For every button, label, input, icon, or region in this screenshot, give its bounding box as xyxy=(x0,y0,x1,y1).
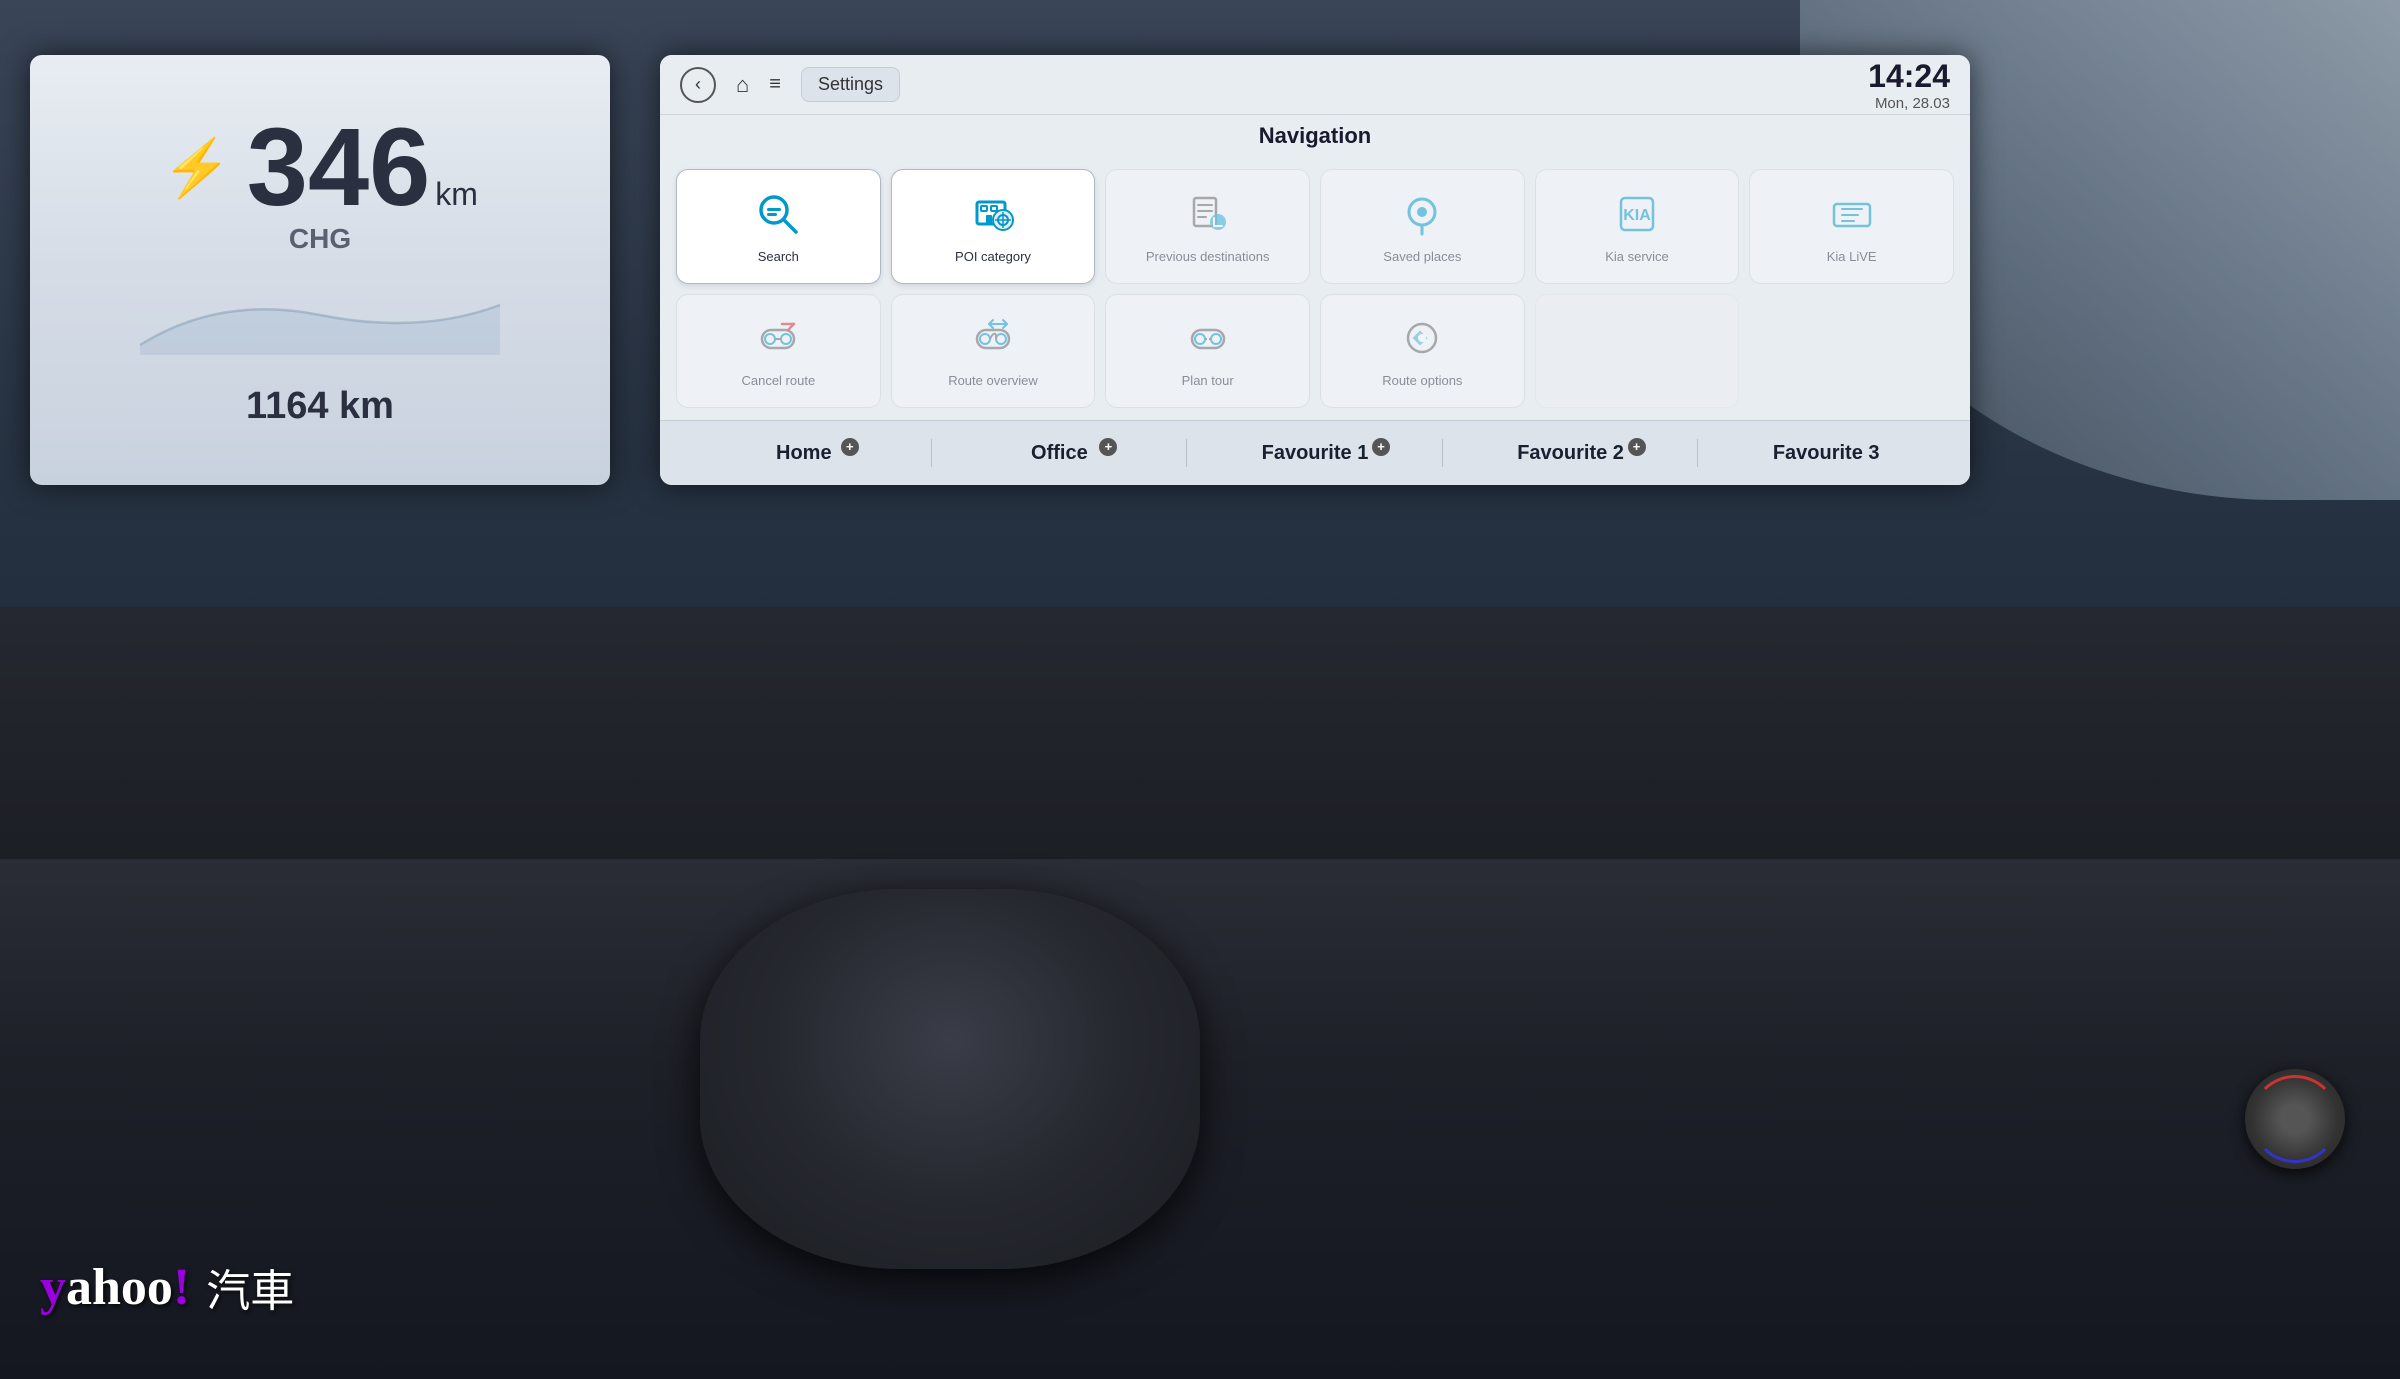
poi-label: POI category xyxy=(955,249,1031,265)
kia-service-icon: KIA xyxy=(1613,190,1661,243)
nav-item-saved[interactable]: Saved places xyxy=(1320,169,1525,284)
infotainment-screen: ‹ ⌂ ≡ Settings 14:24 Mon, 28.03 Navigati… xyxy=(660,55,1970,485)
top-bar: ‹ ⌂ ≡ Settings 14:24 Mon, 28.03 xyxy=(660,55,1970,115)
range-value: 346 xyxy=(247,113,431,223)
nav-item-route-options[interactable]: Route options xyxy=(1320,294,1525,409)
yahoo-branding: yahoo! 汽車 xyxy=(40,1255,294,1319)
plan-tour-icon xyxy=(1184,314,1232,367)
top-bar-right: 14:24 Mon, 28.03 xyxy=(1868,58,1950,112)
saved-label: Saved places xyxy=(1383,249,1461,265)
fav-favourite3-label: Favourite 3 xyxy=(1773,442,1880,465)
kia-live-label: Kia LiVE xyxy=(1827,249,1877,265)
nav-item-kia-live[interactable]: Kia LiVE xyxy=(1749,169,1954,284)
fav-favourite1[interactable]: + Favourite 1 xyxy=(1187,434,1443,473)
fav-office-label: Office xyxy=(1031,442,1088,465)
climate-knob[interactable] xyxy=(2245,1069,2345,1169)
nav-item-search[interactable]: Search xyxy=(676,169,881,284)
nav-item-kia-service[interactable]: KIA Kia service xyxy=(1535,169,1740,284)
instrument-cluster: ⚡ 346 km CHG 1164 km xyxy=(30,55,610,485)
nav-title: Navigation xyxy=(660,115,1970,157)
back-button[interactable]: ‹ xyxy=(680,67,716,103)
fav-favourite2[interactable]: + Favourite 2 xyxy=(1443,434,1699,473)
yahoo-logo: yahoo! xyxy=(40,1258,190,1317)
chg-label: CHG xyxy=(289,223,351,255)
route-options-icon xyxy=(1398,314,1446,367)
svg-text:KIA: KIA xyxy=(1623,207,1651,224)
nav-grid: Search POI category xyxy=(660,157,1970,420)
dashboard-surface xyxy=(0,859,2400,1379)
nav-item-poi[interactable]: POI category xyxy=(891,169,1096,284)
fav-favourite2-label: Favourite 2 xyxy=(1517,442,1624,465)
home-icon[interactable]: ⌂ xyxy=(736,72,749,98)
route-overview-label: Route overview xyxy=(948,373,1038,389)
fav-favourite1-label: Favourite 1 xyxy=(1262,442,1369,465)
fav-favourite3[interactable]: Favourite 3 xyxy=(1698,434,1954,473)
top-bar-left: ‹ ⌂ ≡ Settings xyxy=(680,67,900,103)
date-display: Mon, 28.03 xyxy=(1868,95,1950,112)
nav-item-cancel-route[interactable]: Cancel route xyxy=(676,294,881,409)
range-display: 346 km xyxy=(247,113,478,223)
ev-charging-icon: ⚡ xyxy=(162,135,232,201)
yahoo-car-label: 汽車 xyxy=(206,1255,294,1319)
favorites-bar: + Home + Office + Favourite 1 + Favourit… xyxy=(660,420,1970,485)
kia-live-icon xyxy=(1828,190,1876,243)
kia-service-label: Kia service xyxy=(1605,249,1669,265)
previous-destinations-icon xyxy=(1184,190,1232,243)
plan-tour-label: Plan tour xyxy=(1182,373,1234,389)
fav-home[interactable]: + Home xyxy=(676,434,932,473)
settings-button[interactable]: Settings xyxy=(801,67,900,102)
previous-label: Previous destinations xyxy=(1146,249,1270,265)
nav-item-route-overview[interactable]: Route overview xyxy=(891,294,1096,409)
range-unit: km xyxy=(435,176,478,213)
search-icon xyxy=(754,190,802,243)
nav-item-more[interactable] xyxy=(1535,294,1740,409)
search-label: Search xyxy=(758,249,799,265)
steering-area xyxy=(700,889,1200,1269)
cluster-curve-graphic xyxy=(120,275,520,355)
saved-places-icon xyxy=(1398,190,1446,243)
cancel-route-label: Cancel route xyxy=(741,373,815,389)
fav-office[interactable]: + Office xyxy=(932,434,1188,473)
total-range: 1164 km xyxy=(246,385,394,428)
route-options-label: Route options xyxy=(1382,373,1462,389)
time-display: 14:24 xyxy=(1868,58,1950,95)
fav-home-label: Home xyxy=(776,442,832,465)
poi-icon xyxy=(969,190,1017,243)
route-overview-icon xyxy=(969,314,1017,367)
cluster-top: ⚡ 346 km xyxy=(162,113,478,223)
cancel-route-icon xyxy=(754,314,802,367)
menu-icon[interactable]: ≡ xyxy=(769,73,781,96)
nav-item-previous[interactable]: Previous destinations xyxy=(1105,169,1310,284)
nav-item-plan-tour[interactable]: Plan tour xyxy=(1105,294,1310,409)
